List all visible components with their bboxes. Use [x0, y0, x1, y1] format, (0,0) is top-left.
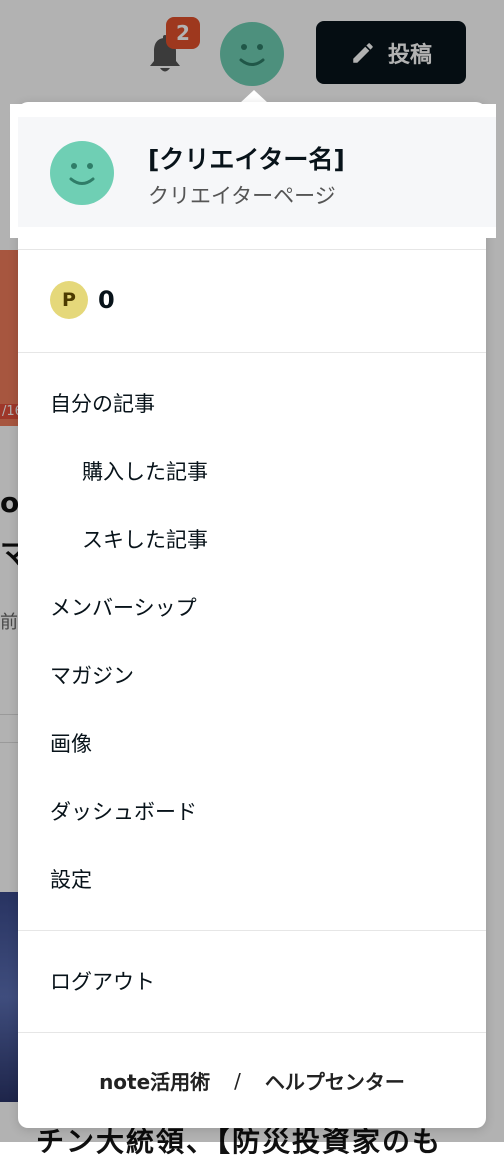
menu-item-logout[interactable]: ログアウト [50, 966, 155, 996]
footer-links: note活用術 / ヘルプセンター [18, 1066, 486, 1095]
menu-item-purchased-articles[interactable]: 購入した記事 [82, 456, 208, 486]
points-value: 0 [98, 286, 115, 314]
account-dropdown-menu: P 0 自分の記事 購入した記事 スキした記事 メンバーシップ マガジン 画像 … [18, 102, 486, 1128]
menu-item-my-articles[interactable]: 自分の記事 [50, 388, 155, 418]
menu-item-membership[interactable]: メンバーシップ [50, 592, 197, 622]
creator-page-link: クリエイターページ [148, 184, 336, 208]
menu-divider [18, 930, 486, 931]
note-tips-link[interactable]: note活用術 [99, 1066, 210, 1095]
profile-card[interactable]: [クリエイター名] クリエイターページ [10, 104, 496, 238]
menu-item-liked-articles[interactable]: スキした記事 [82, 524, 208, 554]
help-center-link[interactable]: ヘルプセンター [265, 1066, 405, 1095]
menu-divider [18, 352, 486, 353]
smile-avatar-icon [50, 141, 114, 205]
menu-divider [18, 249, 486, 250]
menu-item-dashboard[interactable]: ダッシュボード [50, 796, 197, 826]
menu-item-magazine[interactable]: マガジン [50, 660, 134, 690]
menu-item-images[interactable]: 画像 [50, 728, 92, 758]
menu-item-settings[interactable]: 設定 [50, 864, 92, 894]
points-row[interactable]: P 0 [50, 281, 115, 319]
menu-divider [18, 1032, 486, 1033]
footer-separator: / [234, 1068, 241, 1093]
creator-name: [クリエイター名] [148, 145, 345, 174]
point-coin-icon: P [50, 281, 88, 319]
